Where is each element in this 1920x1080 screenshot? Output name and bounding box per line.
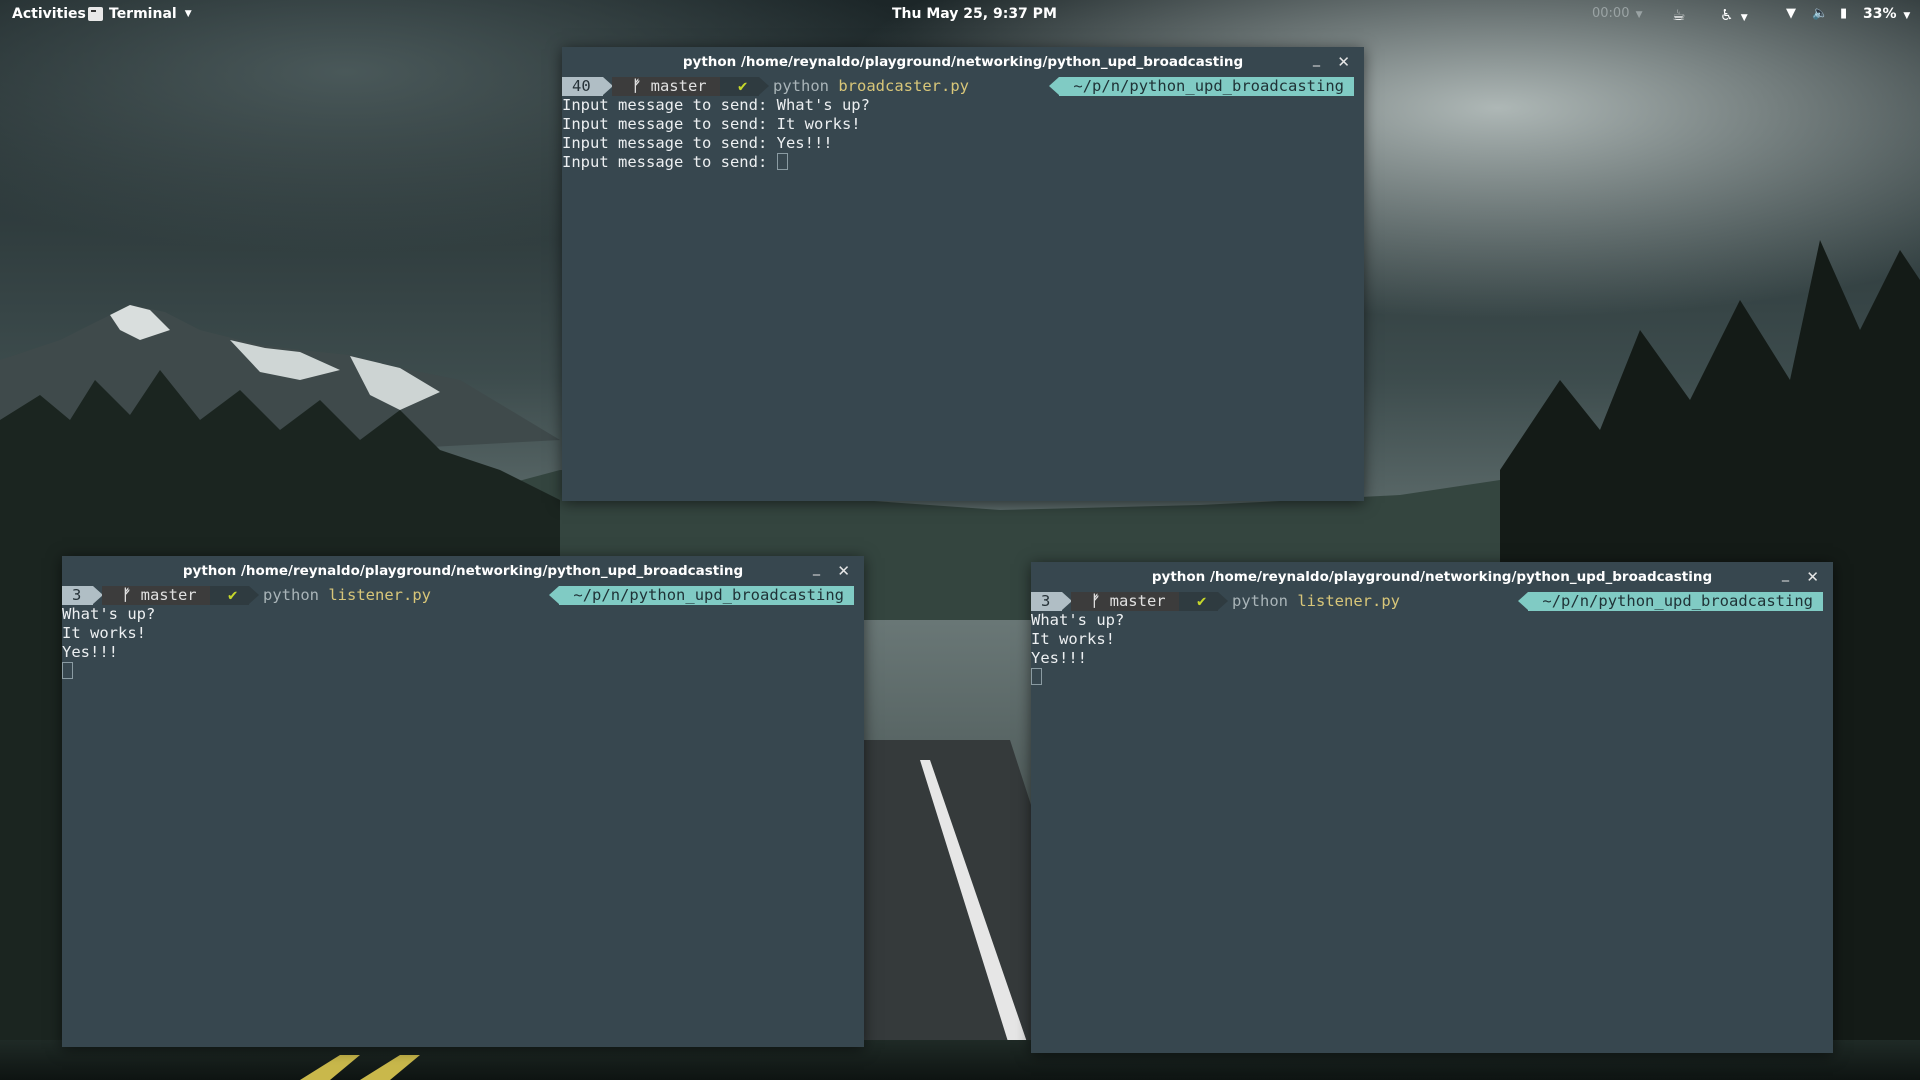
app-menu-label: Terminal [109,6,177,22]
timer-label: 00:00 [1592,6,1630,21]
command-file: listener.py [1297,592,1400,610]
prompt-path: ~/p/n/python_upd_broadcasting [1049,77,1354,96]
git-branch-icon: ᚠ [122,586,141,604]
output-line: It works! [1031,630,1115,648]
prompt-git-branch: ᚠ master [102,586,221,605]
branch-name: master [140,586,197,604]
input-line[interactable] [62,662,864,681]
output-line: Yes!!! [62,643,118,661]
git-branch-icon: ᚠ [1091,592,1110,610]
command-name: python [1232,592,1288,610]
window-title: python /home/reynaldo/playground/network… [682,54,1244,70]
output-line: Yes!!! [1031,649,1087,667]
branch-name: master [650,77,707,95]
close-button[interactable]: ✕ [1806,562,1819,592]
wifi-icon[interactable]: ▼ [1786,6,1796,21]
window-title: python /home/reynaldo/playground/network… [182,563,744,579]
chevron-down-icon: ▼ [184,9,192,19]
minimize-button[interactable]: _ [1782,559,1789,589]
prompt-command: python listener.py [1232,592,1400,611]
window-titlebar[interactable]: python /home/reynaldo/playground/network… [562,47,1364,77]
prompt-line: 40 ᚠ master ✔ python broadcaster.py ~/p/… [562,77,1364,96]
window-titlebar[interactable]: python /home/reynaldo/playground/network… [1031,562,1833,592]
window-titlebar[interactable]: python /home/reynaldo/playground/network… [62,556,864,586]
terminal-window-listener-left[interactable]: python /home/reynaldo/playground/network… [62,556,864,1047]
output-line: It works! [62,624,146,642]
command-name: python [773,77,829,95]
timer-indicator[interactable]: 00:00 ▼ [1592,6,1643,21]
app-menu[interactable]: Terminal ▼ [88,6,192,22]
terminal-output[interactable]: 40 ᚠ master ✔ python broadcaster.py ~/p/… [562,77,1364,172]
activities-button[interactable]: Activities [12,6,86,22]
prompt-git-status: ✔ [720,77,770,96]
clock[interactable]: Thu May 25, 9:37 PM [892,6,1057,22]
chevron-down-icon: ▼ [1635,10,1643,20]
prompt-path: ~/p/n/python_upd_broadcasting [1518,592,1823,611]
prompt-path: ~/p/n/python_upd_broadcasting [549,586,854,605]
prompt-line: 3 ᚠ master ✔ python listener.py ~/p/n/py… [1031,592,1833,611]
input-line[interactable] [1031,668,1833,687]
input-line[interactable]: Input message to send: [562,153,1364,172]
terminal-output[interactable]: 3 ᚠ master ✔ python listener.py ~/p/n/py… [1031,592,1833,687]
branch-name: master [1109,592,1166,610]
prompt-command-number: 3 [62,586,104,605]
terminal-window-listener-right[interactable]: python /home/reynaldo/playground/network… [1031,562,1833,1053]
prompt-line: 3 ᚠ master ✔ python listener.py ~/p/n/py… [62,586,864,605]
minimize-button[interactable]: _ [1313,44,1320,74]
volume-icon[interactable]: 🔈 [1812,6,1828,21]
prompt-command: python broadcaster.py [773,77,969,96]
terminal-output[interactable]: 3 ᚠ master ✔ python listener.py ~/p/n/py… [62,586,864,681]
terminal-window-broadcaster[interactable]: python /home/reynaldo/playground/network… [562,47,1364,501]
system-menu[interactable]: 33% ▼ [1863,6,1910,22]
prompt-command-number: 3 [1031,592,1073,611]
prompt-command-number: 40 [562,77,613,96]
prompt-git-status: ✔ [1179,592,1229,611]
battery-icon[interactable]: ▮ [1840,6,1847,21]
top-bar: Activities Terminal ▼ Thu May 25, 9:37 P… [0,0,1920,30]
command-name: python [263,586,319,604]
close-button[interactable]: ✕ [1337,47,1350,77]
coffee-icon[interactable]: ☕ [1672,6,1685,24]
output-line: Input message to send: What's up? [562,96,870,114]
chevron-down-icon: ▼ [1740,13,1748,23]
output-line: What's up? [62,605,156,623]
git-branch-icon: ᚠ [632,77,651,95]
prompt-command: python listener.py [263,586,431,605]
command-file: broadcaster.py [838,77,969,95]
close-button[interactable]: ✕ [837,556,850,586]
window-title: python /home/reynaldo/playground/network… [1151,569,1713,585]
chevron-down-icon: ▼ [1903,11,1911,21]
terminal-icon [88,7,103,21]
accessibility-icon: ♿ [1720,6,1734,24]
prompt-git-status: ✔ [210,586,260,605]
prompt-git-branch: ᚠ master [612,77,731,96]
command-file: listener.py [328,586,431,604]
accessibility-menu[interactable]: ♿ ▼ [1720,6,1748,24]
output-line: Input message to send: It works! [562,115,861,133]
minimize-button[interactable]: _ [813,553,820,583]
battery-percent: 33% [1863,6,1897,22]
text-cursor [776,153,788,170]
prompt-git-branch: ᚠ master [1071,592,1190,611]
output-line: Input message to send: Yes!!! [562,134,833,152]
output-line: What's up? [1031,611,1125,629]
